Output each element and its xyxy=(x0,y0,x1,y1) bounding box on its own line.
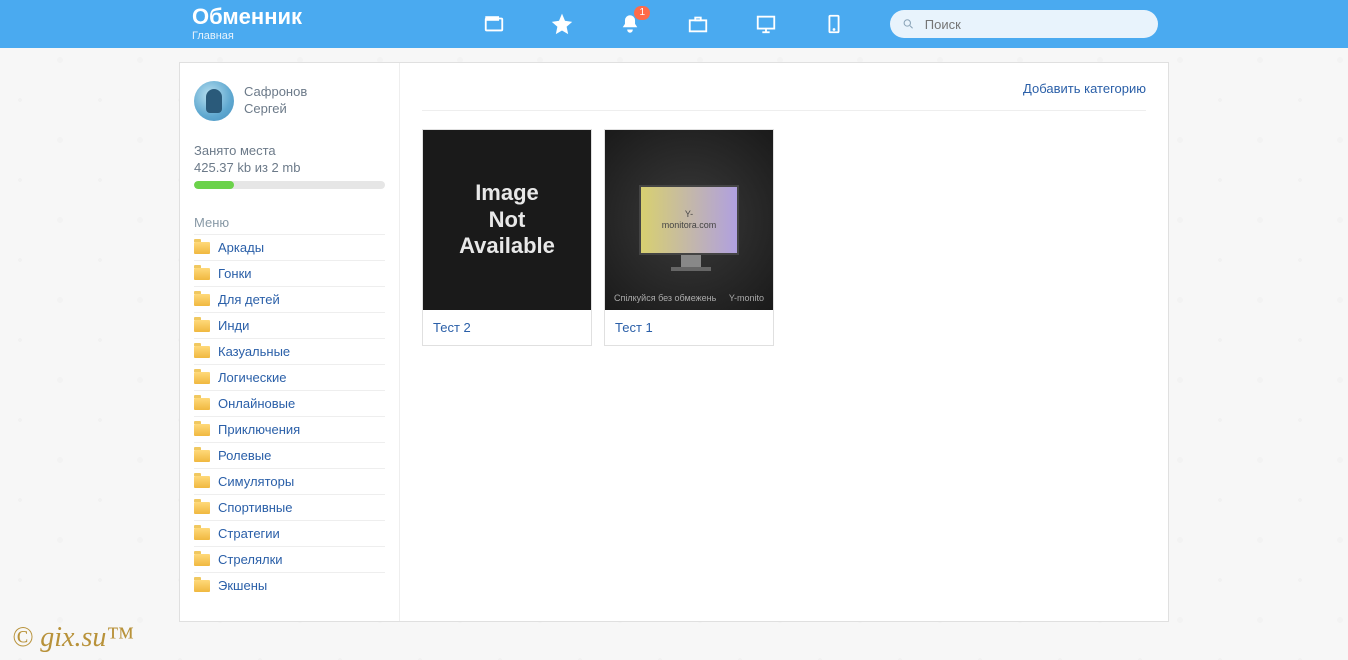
nav-icons: 1 xyxy=(482,12,846,36)
menu-list: Аркады Гонки Для детей Инди Казуальные Л… xyxy=(194,234,385,598)
sidebar-item[interactable]: Гонки xyxy=(194,260,385,286)
folder-icon xyxy=(194,450,210,462)
briefcase-icon[interactable] xyxy=(686,12,710,36)
card-title: Тест 2 xyxy=(423,310,591,345)
sidebar-item-label: Стрелялки xyxy=(218,552,283,567)
profile-first-name: Сафронов xyxy=(244,84,307,101)
sidebar-item[interactable]: Ролевые xyxy=(194,442,385,468)
star-icon[interactable] xyxy=(550,12,574,36)
storage-block: Занято места 425.37 kb из 2 mb xyxy=(194,143,385,189)
card-title: Тест 1 xyxy=(605,310,773,345)
folder-icon xyxy=(194,320,210,332)
folder-icon xyxy=(194,580,210,592)
storage-progress-fill xyxy=(194,181,234,189)
sidebar-item-label: Гонки xyxy=(218,266,252,281)
storage-progress xyxy=(194,181,385,189)
sidebar-item[interactable]: Для детей xyxy=(194,286,385,312)
sidebar-item[interactable]: Стратегии xyxy=(194,520,385,546)
notification-badge: 1 xyxy=(634,6,650,20)
main-toolbar: Добавить категорию xyxy=(422,81,1146,111)
folder-icon xyxy=(194,242,210,254)
sidebar-item-label: Стратегии xyxy=(218,526,280,541)
storage-value: 425.37 kb из 2 mb xyxy=(194,160,385,175)
image-not-available-text: ImageNotAvailable xyxy=(459,180,555,259)
sidebar-item[interactable]: Экшены xyxy=(194,572,385,598)
sidebar-item[interactable]: Спортивные xyxy=(194,494,385,520)
sidebar-item[interactable]: Онлайновые xyxy=(194,390,385,416)
card-thumbnail: Y-monitora.com Спілкуйся без обмежень Y-… xyxy=(605,130,773,310)
sidebar-item-label: Онлайновые xyxy=(218,396,295,411)
profile-block[interactable]: Сафронов Сергей xyxy=(194,81,385,121)
sidebar-item-label: Симуляторы xyxy=(218,474,294,489)
folder-icon xyxy=(194,476,210,488)
menu-title: Меню xyxy=(194,215,385,230)
folder-icon xyxy=(194,346,210,358)
sidebar-item-label: Инди xyxy=(218,318,249,333)
sidebar-item[interactable]: Приключения xyxy=(194,416,385,442)
bell-icon[interactable]: 1 xyxy=(618,12,642,36)
folder-icon xyxy=(194,268,210,280)
sidebar-item[interactable]: Логические xyxy=(194,364,385,390)
monitor-screen-text: Y-monitora.com xyxy=(662,209,717,231)
search-bar[interactable] xyxy=(890,10,1158,38)
monitor-caption: Спілкуйся без обмежень Y-monito xyxy=(605,293,773,304)
monitor-graphic: Y-monitora.com xyxy=(639,185,739,255)
profile-last-name: Сергей xyxy=(244,101,307,118)
brand[interactable]: Обменник Главная xyxy=(192,6,302,42)
category-card[interactable]: ImageNotAvailable Тест 2 xyxy=(422,129,592,346)
folder-icon xyxy=(194,424,210,436)
search-icon xyxy=(902,17,915,31)
folder-icon xyxy=(194,372,210,384)
main-area: Добавить категорию ImageNotAvailable Тес… xyxy=(400,63,1168,621)
sidebar: Сафронов Сергей Занято места 425.37 kb и… xyxy=(180,63,400,621)
avatar xyxy=(194,81,234,121)
card-grid: ImageNotAvailable Тест 2 Y-monitora.com … xyxy=(422,129,1146,346)
folder-icon xyxy=(194,502,210,514)
folder-icon xyxy=(194,398,210,410)
sidebar-item-label: Аркады xyxy=(218,240,264,255)
brand-subtitle: Главная xyxy=(192,30,302,42)
sidebar-item[interactable]: Аркады xyxy=(194,234,385,260)
wallet-icon[interactable] xyxy=(482,12,506,36)
sidebar-item-label: Ролевые xyxy=(218,448,271,463)
sidebar-item[interactable]: Симуляторы xyxy=(194,468,385,494)
category-card[interactable]: Y-monitora.com Спілкуйся без обмежень Y-… xyxy=(604,129,774,346)
card-thumbnail: ImageNotAvailable xyxy=(423,130,591,310)
sidebar-item[interactable]: Инди xyxy=(194,312,385,338)
sidebar-item-label: Приключения xyxy=(218,422,300,437)
page-container: Сафронов Сергей Занято места 425.37 kb и… xyxy=(179,62,1169,622)
brand-title: Обменник xyxy=(192,6,302,28)
sidebar-item-label: Казуальные xyxy=(218,344,290,359)
mobile-icon[interactable] xyxy=(822,12,846,36)
add-category-link[interactable]: Добавить категорию xyxy=(1023,81,1146,96)
folder-icon xyxy=(194,528,210,540)
sidebar-item[interactable]: Казуальные xyxy=(194,338,385,364)
top-navbar: Обменник Главная 1 xyxy=(0,0,1348,48)
folder-icon xyxy=(194,554,210,566)
sidebar-item-label: Для детей xyxy=(218,292,280,307)
sidebar-item[interactable]: Стрелялки xyxy=(194,546,385,572)
profile-name: Сафронов Сергей xyxy=(244,84,307,118)
sidebar-item-label: Экшены xyxy=(218,578,267,593)
sidebar-item-label: Спортивные xyxy=(218,500,292,515)
search-input[interactable] xyxy=(925,17,1146,32)
sidebar-item-label: Логические xyxy=(218,370,286,385)
watermark: © gix.su™ xyxy=(12,622,134,654)
storage-label: Занято места xyxy=(194,143,385,158)
monitor-icon[interactable] xyxy=(754,12,778,36)
folder-icon xyxy=(194,294,210,306)
